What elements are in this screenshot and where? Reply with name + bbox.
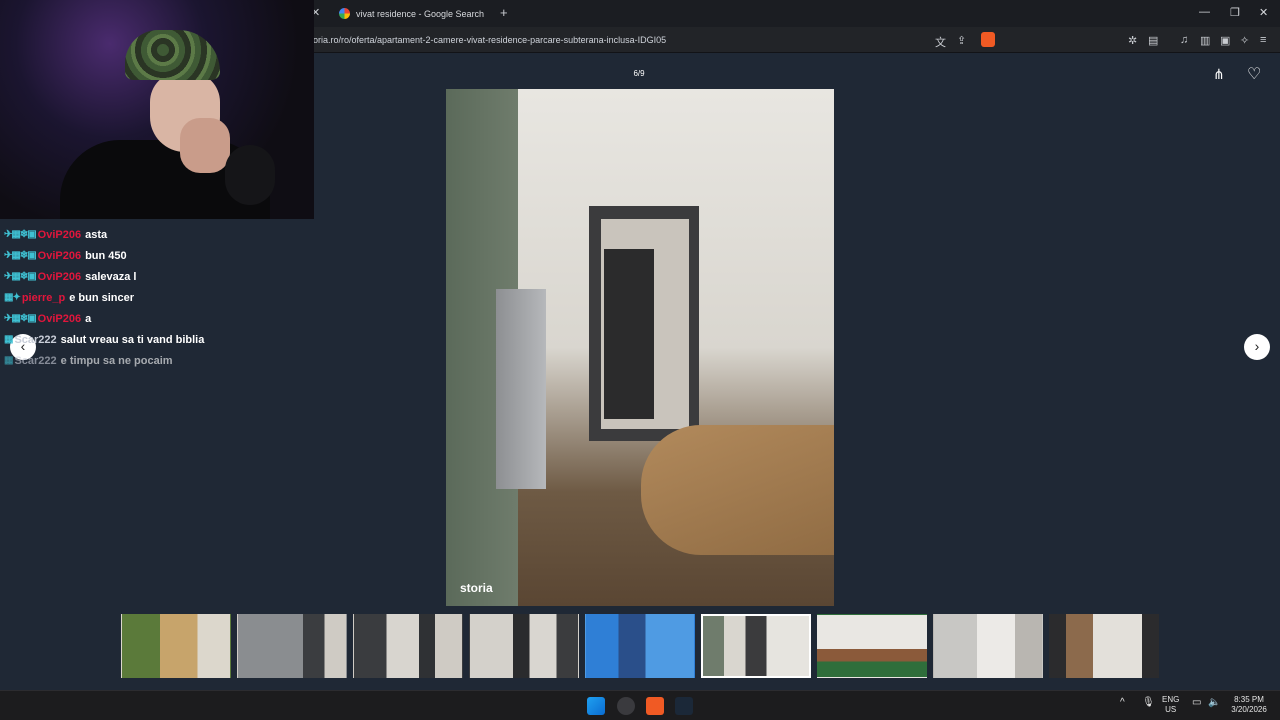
chat-username: OviP206 [37, 312, 82, 325]
webcam-hand [180, 118, 230, 173]
obs-icon[interactable] [617, 697, 635, 715]
chat-text: bun 450 [85, 249, 127, 262]
close-window-icon[interactable]: ✕ [1259, 6, 1268, 19]
network-icon[interactable]: ▭ [1192, 698, 1201, 708]
chat-message: ✈▦❄▣ OviP206 bun 450 [4, 245, 304, 266]
photo-counter: 6/9 [633, 69, 645, 78]
minimize-icon[interactable]: — [1199, 6, 1210, 18]
chat-username: Scar222 [14, 333, 57, 346]
language-indicator[interactable]: ENG US [1162, 695, 1179, 715]
chat-text: e bun sincer [69, 291, 135, 304]
menu-icon[interactable]: ≡ [1260, 34, 1266, 46]
leo-ai-icon[interactable]: ✧ [1240, 34, 1249, 47]
sidebar-icon[interactable]: ▥ [1200, 34, 1210, 47]
chat-text: e timpu sa ne pocaim [60, 354, 173, 367]
clock-date: 3/20/2026 [1231, 705, 1267, 714]
share-page-icon[interactable]: ⇪ [957, 34, 966, 47]
chat-username: OviP206 [37, 228, 82, 241]
wallet-icon[interactable]: ▣ [1220, 34, 1230, 47]
photo-fridge [496, 289, 546, 489]
chat-badges: ✈▦❄▣ [4, 313, 37, 324]
new-tab-icon[interactable]: + [500, 5, 508, 20]
chat-username: OviP206 [37, 270, 82, 283]
chat-text: salevaza l [85, 270, 137, 283]
chat-message: ▦ Scar222 e timpu sa ne pocaim [4, 350, 304, 371]
photo-table [641, 425, 834, 555]
chat-text: a [85, 312, 92, 325]
brave-shields-icon[interactable] [981, 32, 995, 47]
chat-badges: ▦✦ [4, 292, 21, 303]
webcam-overlay [0, 0, 314, 219]
mic-icon[interactable]: 🎙 [1142, 698, 1155, 708]
chat-badges: ✈▦❄▣ [4, 229, 37, 240]
tray-chevron-icon[interactable]: ^ [1120, 698, 1125, 708]
chat-username: OviP206 [37, 249, 82, 262]
google-icon [339, 8, 350, 19]
region-code: US [1165, 705, 1177, 714]
maximize-icon[interactable]: ❐ [1230, 6, 1240, 19]
chat-message: ▦ Scar222 salut vreau sa ti vand biblia [4, 329, 304, 350]
windows-taskbar: ^ 🎙 ENG US ▭ 🔈 8:35 PM 3/20/2026 [0, 690, 1280, 720]
thumbnail[interactable] [237, 614, 347, 678]
chat-username: Scar222 [14, 354, 57, 367]
heart-icon[interactable]: ♡ [1247, 64, 1261, 84]
tab-title: vivat residence - Google Search [356, 8, 485, 19]
chat-text: salut vreau sa ti vand biblia [60, 333, 205, 346]
photo-dark-door [604, 249, 654, 419]
webcam-hat [125, 30, 220, 80]
clock[interactable]: 8:35 PM 3/20/2026 [1228, 695, 1270, 715]
chat-username: pierre_p [21, 291, 66, 304]
webcam-mic [225, 145, 275, 205]
steam-icon[interactable] [675, 697, 693, 715]
language-code: ENG [1162, 695, 1180, 704]
chevron-right-icon[interactable]: › [1244, 334, 1270, 360]
tab-manager-icon[interactable]: ▤ [1148, 34, 1158, 47]
stream-chat: ✈▦❄▣ OviP206 asta ✈▦❄▣ OviP206 bun 450 ✈… [4, 224, 304, 371]
thumbnail[interactable] [121, 614, 231, 678]
brave-icon[interactable] [646, 697, 664, 715]
thumbnail[interactable] [469, 614, 579, 678]
main-photo: storia [446, 89, 834, 606]
volume-icon[interactable]: 🔈 [1208, 698, 1220, 708]
share-icon[interactable]: ⋔ [1213, 66, 1225, 83]
thumbnail[interactable] [585, 614, 695, 678]
chat-badges: ✈▦❄▣ [4, 271, 37, 282]
chat-message: ✈▦❄▣ OviP206 salevaza l [4, 266, 304, 287]
chat-badges: ✈▦❄▣ [4, 250, 37, 261]
chat-badges: ▦ [4, 334, 14, 345]
thumbnail[interactable] [353, 614, 463, 678]
thumbnail[interactable] [933, 614, 1043, 678]
tab-google-search[interactable]: vivat residence - Google Search [336, 3, 491, 24]
url-field[interactable]: oria.ro/ro/oferta/apartament-2-camere-vi… [313, 35, 666, 45]
storia-watermark: storia [460, 581, 493, 595]
media-icon[interactable]: ♫ [1180, 34, 1188, 46]
chat-message: ✈▦❄▣ OviP206 a [4, 308, 304, 329]
chat-message: ▦✦ pierre_p e bun sincer [4, 287, 304, 308]
chat-message: ✈▦❄▣ OviP206 asta [4, 224, 304, 245]
thumbnail-selected[interactable] [701, 614, 811, 678]
windows-icon[interactable] [587, 697, 605, 715]
thumbnail[interactable] [1049, 614, 1159, 678]
extensions-icon[interactable]: ✲ [1128, 34, 1137, 47]
translate-icon[interactable]: 文 [935, 34, 946, 50]
chat-badges: ▦ [4, 355, 14, 366]
thumbnail[interactable] [817, 614, 927, 678]
chat-text: asta [85, 228, 108, 241]
clock-time: 8:35 PM [1234, 695, 1264, 704]
